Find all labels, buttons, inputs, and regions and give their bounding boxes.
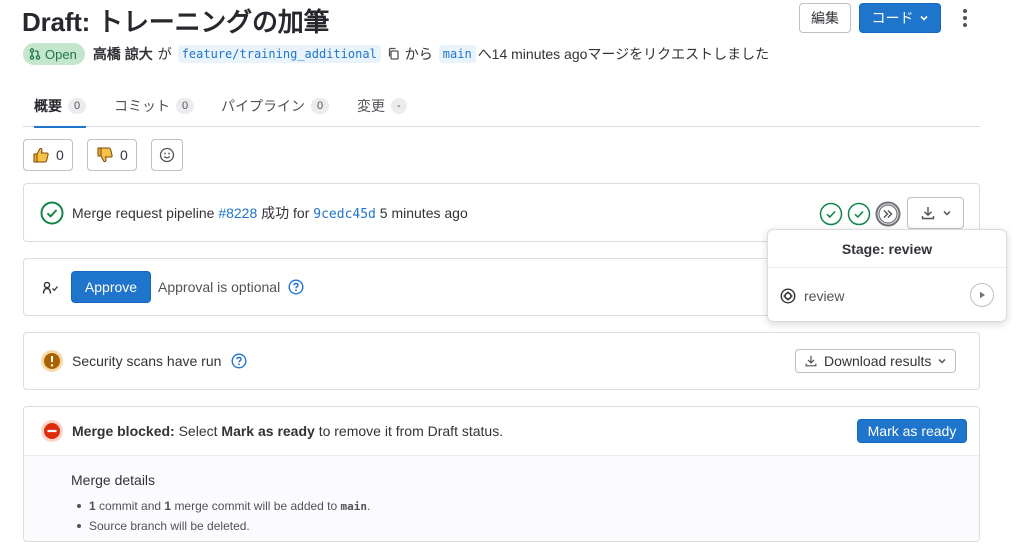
tab-count: - (391, 97, 407, 114)
download-results-dropdown[interactable]: Download results (795, 349, 957, 373)
play-icon[interactable] (970, 283, 994, 307)
status-badge: Open (23, 43, 85, 65)
detail-text: commit and (99, 499, 162, 513)
status-manual-icon (780, 288, 796, 304)
mark-as-ready-button[interactable]: Mark as ready (857, 419, 967, 443)
merge-blocked-row: Merge blocked: Select Mark as ready to r… (40, 419, 503, 443)
merge-details-list: 1 commit and 1 merge commit will be adde… (77, 496, 370, 536)
stage-job-item[interactable]: review (780, 283, 994, 309)
security-row: Security scans have run (40, 349, 247, 373)
chevron-down-icon (919, 15, 928, 21)
approval-status: Approval is optional (158, 276, 304, 298)
code-dropdown-button[interactable]: コード (859, 3, 941, 33)
pipeline-id-link[interactable]: #8228 (218, 205, 257, 221)
status-failed-icon (41, 420, 63, 442)
status-badge-label: Open (45, 46, 77, 62)
detail-text: Source branch will be deleted. (89, 519, 250, 533)
pipeline-status: 成功 (261, 205, 290, 221)
detail-period: . (367, 499, 371, 513)
merge-msg-select: Select (178, 423, 218, 439)
download-icon (921, 207, 934, 220)
tab-pipelines[interactable]: パイプライン 0 (221, 84, 330, 127)
target-branch-link[interactable]: main (438, 45, 476, 63)
tab-count: 0 (68, 97, 87, 114)
stage-success-icon[interactable] (847, 202, 871, 226)
merge-blocked-label: Merge blocked: (72, 423, 175, 439)
stage-popover-title: Stage: review (768, 230, 1006, 268)
help-icon[interactable] (231, 353, 247, 369)
pipeline-row: Merge request pipeline #8228 成功 for 9ced… (40, 201, 468, 225)
pipeline-sha-link[interactable]: 9cedc45d (313, 207, 376, 222)
pipeline-stages (819, 201, 901, 227)
author-link[interactable]: 高橋 諒大 (93, 44, 153, 64)
stage-popover: Stage: review review (767, 229, 1007, 322)
help-icon[interactable] (288, 279, 304, 295)
mr-meta-line: Open 高橋 諒大 が feature/training_additional… (23, 42, 769, 66)
pipeline-time: 5 minutes ago (379, 205, 468, 221)
approve-button[interactable]: Approve (71, 271, 151, 303)
tab-label: 概要 (34, 97, 62, 114)
merge-commit-count: 1 (164, 499, 172, 513)
tab-changes[interactable]: 変更 - (357, 84, 407, 127)
thumbsdown-count: 0 (120, 147, 128, 163)
edit-button[interactable]: 編集 (799, 3, 851, 33)
mr-tabs: 概要 0 コミット 0 パイプライン 0 変更 - (23, 84, 980, 128)
tab-overview[interactable]: 概要 0 (34, 84, 87, 128)
add-reaction-button[interactable] (151, 139, 183, 171)
merge-details-title: Merge details (71, 472, 156, 488)
security-widget: Security scans have run Download results (23, 332, 980, 390)
page-title: Draft: トレーニングの加筆 (22, 7, 330, 37)
thumbsup-button[interactable]: 0 (23, 139, 73, 171)
merge-request-icon (29, 48, 41, 60)
approval-text: Approval is optional (158, 279, 281, 295)
commit-count: 1 (89, 499, 96, 513)
thumbsdown-button[interactable]: 0 (87, 139, 137, 171)
tab-count: 0 (176, 97, 195, 114)
thumbsup-count: 0 (56, 147, 64, 163)
merge-msg-mark: Mark as ready (221, 423, 315, 439)
code-button-label: コード (871, 10, 914, 26)
more-actions-icon[interactable] (955, 6, 975, 30)
meta-kara: から (404, 46, 433, 62)
merge-widget: Merge blocked: Select Mark as ready to r… (23, 406, 980, 542)
status-warning-icon (41, 350, 63, 372)
security-text: Security scans have run (72, 353, 222, 369)
tab-commits[interactable]: コミット 0 (114, 84, 195, 127)
thumbsdown-icon (97, 147, 113, 163)
list-item: Source branch will be deleted. (77, 516, 370, 536)
tab-label: コミット (114, 97, 170, 114)
status-success-icon[interactable] (40, 201, 64, 225)
job-name: review (804, 288, 845, 304)
chevron-down-icon (938, 358, 946, 364)
tab-label: パイプライン (221, 97, 305, 114)
pipeline-for: for (293, 205, 310, 221)
chevron-down-icon (942, 210, 951, 216)
merge-details-panel: Merge details 1 commit and 1 merge commi… (24, 455, 979, 541)
copy-icon[interactable] (387, 47, 401, 61)
source-branch-link[interactable]: feature/training_additional (177, 45, 381, 63)
pipeline-prefix: Merge request pipeline (72, 205, 215, 221)
stage-success-icon[interactable] (819, 202, 843, 226)
download-icon (805, 355, 817, 367)
meta-ga: が (157, 46, 172, 62)
list-item: 1 commit and 1 merge commit will be adde… (77, 496, 370, 516)
merge-msg-rest: to remove it from Draft status. (318, 423, 504, 439)
thumbsup-icon (33, 147, 49, 163)
artifacts-download-dropdown[interactable] (907, 197, 964, 229)
target-branch-name: main (340, 500, 368, 513)
download-results-label: Download results (824, 353, 932, 369)
approval-user-icon (42, 281, 58, 294)
smiley-icon (159, 147, 175, 163)
stage-skipped-icon[interactable] (875, 201, 901, 227)
meta-suffix: へ14 minutes agoマージをリクエストしました (477, 46, 770, 62)
tab-count: 0 (311, 97, 330, 114)
detail-text: merge commit will be added to (174, 499, 338, 513)
tab-label: 変更 (357, 97, 385, 114)
